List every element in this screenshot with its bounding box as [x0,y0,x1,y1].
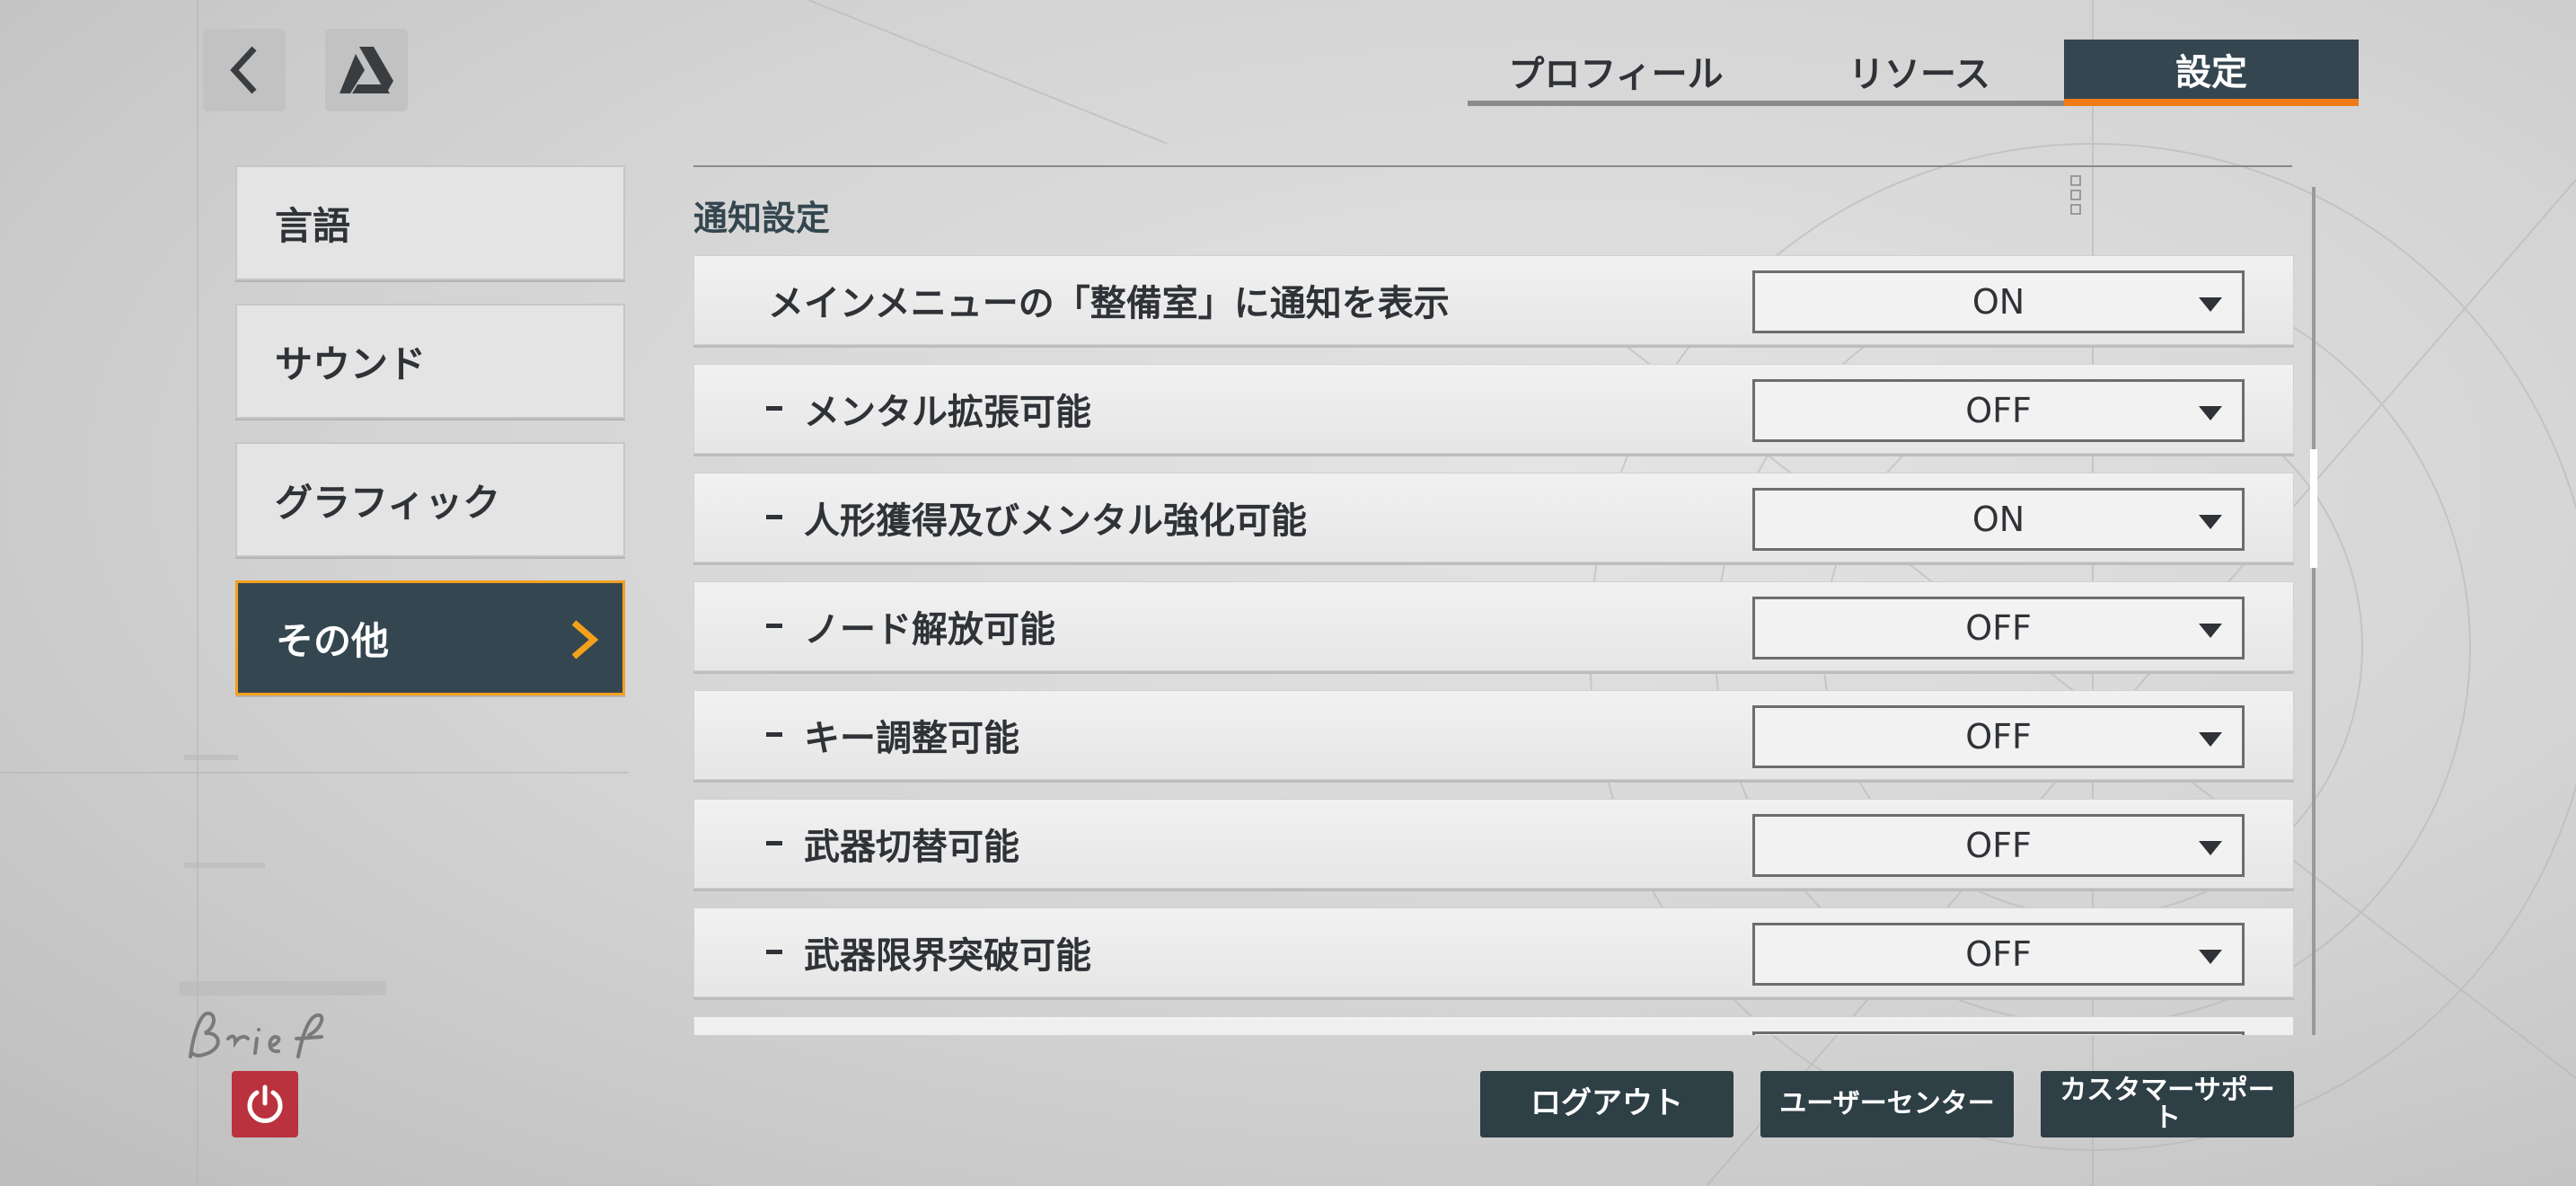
sidebar-item-label: サウンド [275,341,427,386]
dropdown-arrow-icon [2199,732,2222,747]
setting-row-partial [693,1016,2294,1035]
sidebar-item-label: その他 [276,618,390,663]
sub-item-dash [766,515,782,519]
setting-label: 武器限界突破可能 [804,935,1091,977]
setting-label: 人形獲得及びメンタル強化可能 [804,500,1307,542]
dropdown-value: OFF [1965,608,2032,648]
customer-support-button[interactable]: カスタマーサポート [2041,1071,2294,1137]
setting-row-maintenance-notice: メインメニューの「整備室」に通知を表示 ON [693,255,2294,345]
power-button[interactable] [232,1071,298,1137]
dropdown-value: OFF [1965,391,2032,430]
dropdown-arrow-icon [2199,406,2222,420]
sub-item-dash [766,406,782,411]
dropdown-arrow-icon [2199,297,2222,312]
user-center-label: ユーザーセンター [1779,1088,1995,1120]
chevron-left-icon [230,46,257,94]
panel-divider [693,165,2292,167]
scrollbar-thumb[interactable] [2310,449,2317,568]
tab-profile[interactable]: プロフィール [1468,40,1764,102]
top-tab-bar: プロフィール リソース 設定 [1468,40,2359,106]
logout-button[interactable]: ログアウト [1480,1071,1734,1137]
dropdown-value: ON [1972,282,2025,322]
sub-item-dash [766,950,782,954]
list-scrollbar[interactable] [2310,187,2317,1035]
dropdown-value: OFF [1965,934,2032,974]
setting-dropdown[interactable] [1752,1031,2245,1035]
sub-item-dash [766,624,782,628]
tab-profile-label: プロフィール [1508,54,1724,95]
dropdown-value: ON [1972,500,2025,539]
setting-dropdown[interactable]: OFF [1752,705,2245,768]
setting-row-node-unlock: ノード解放可能 OFF [693,581,2294,671]
setting-dropdown[interactable]: OFF [1752,923,2245,986]
customer-support-label: カスタマーサポート [2060,1074,2275,1134]
dropdown-value: OFF [1965,826,2032,865]
sidebar-item-label: グラフィック [275,480,501,525]
setting-row-weapon-limit-break: 武器限界突破可能 OFF [693,907,2294,997]
setting-row-key-adjust: キー調整可能 OFF [693,690,2294,780]
dropdown-value: OFF [1965,717,2032,757]
dropdown-arrow-icon [2199,515,2222,529]
setting-dropdown[interactable]: OFF [1752,814,2245,877]
dropdown-arrow-icon [2199,950,2222,964]
setting-label: メンタル拡張可能 [804,392,1091,433]
sidebar-item-graphics[interactable]: グラフィック [235,442,625,557]
sidebar-item-other[interactable]: その他 [235,580,625,695]
setting-label: ノード解放可能 [804,609,1055,651]
setting-row-mental-expansion: メンタル拡張可能 OFF [693,364,2294,454]
sidebar-item-sound[interactable]: サウンド [235,304,625,419]
dropdown-arrow-icon [2199,841,2222,855]
setting-row-weapon-switch: 武器切替可能 OFF [693,799,2294,889]
setting-label: 武器切替可能 [804,827,1019,868]
power-icon [247,1084,283,1123]
tab-resources[interactable]: リソース [1782,40,2057,102]
setting-dropdown[interactable]: ON [1752,488,2245,551]
setting-label: キー調整可能 [804,718,1019,759]
sidebar-item-language[interactable]: 言語 [235,165,625,280]
setting-label: メインメニューの「整備室」に通知を表示 [768,283,1450,324]
sub-item-dash [766,732,782,737]
sidebar-item-label: 言語 [275,203,351,248]
setting-dropdown[interactable]: ON [1752,270,2245,333]
sub-item-dash [766,841,782,845]
setting-dropdown[interactable]: OFF [1752,379,2245,442]
home-logo-button[interactable] [325,29,408,111]
user-center-button[interactable]: ユーザーセンター [1760,1071,2014,1137]
setting-dropdown[interactable]: OFF [1752,597,2245,659]
tab-resources-label: リソース [1848,54,1990,95]
chevron-right-icon [571,620,599,659]
back-button[interactable] [203,29,286,111]
brief-scribble-logo [189,1011,324,1058]
setting-row-doll-acquire: 人形獲得及びメンタル強化可能 ON [693,473,2294,562]
section-title: 通知設定 [693,199,831,238]
triangle-logo-icon [340,47,393,93]
logout-label: ログアウト [1531,1085,1683,1122]
dropdown-arrow-icon [2199,624,2222,638]
notification-settings-list: メインメニューの「整備室」に通知を表示 ON メンタル拡張可能 OFF 人形獲得… [693,255,2294,1035]
tab-settings[interactable]: 設定 [2064,40,2359,106]
tab-settings-label: 設定 [2175,52,2247,93]
